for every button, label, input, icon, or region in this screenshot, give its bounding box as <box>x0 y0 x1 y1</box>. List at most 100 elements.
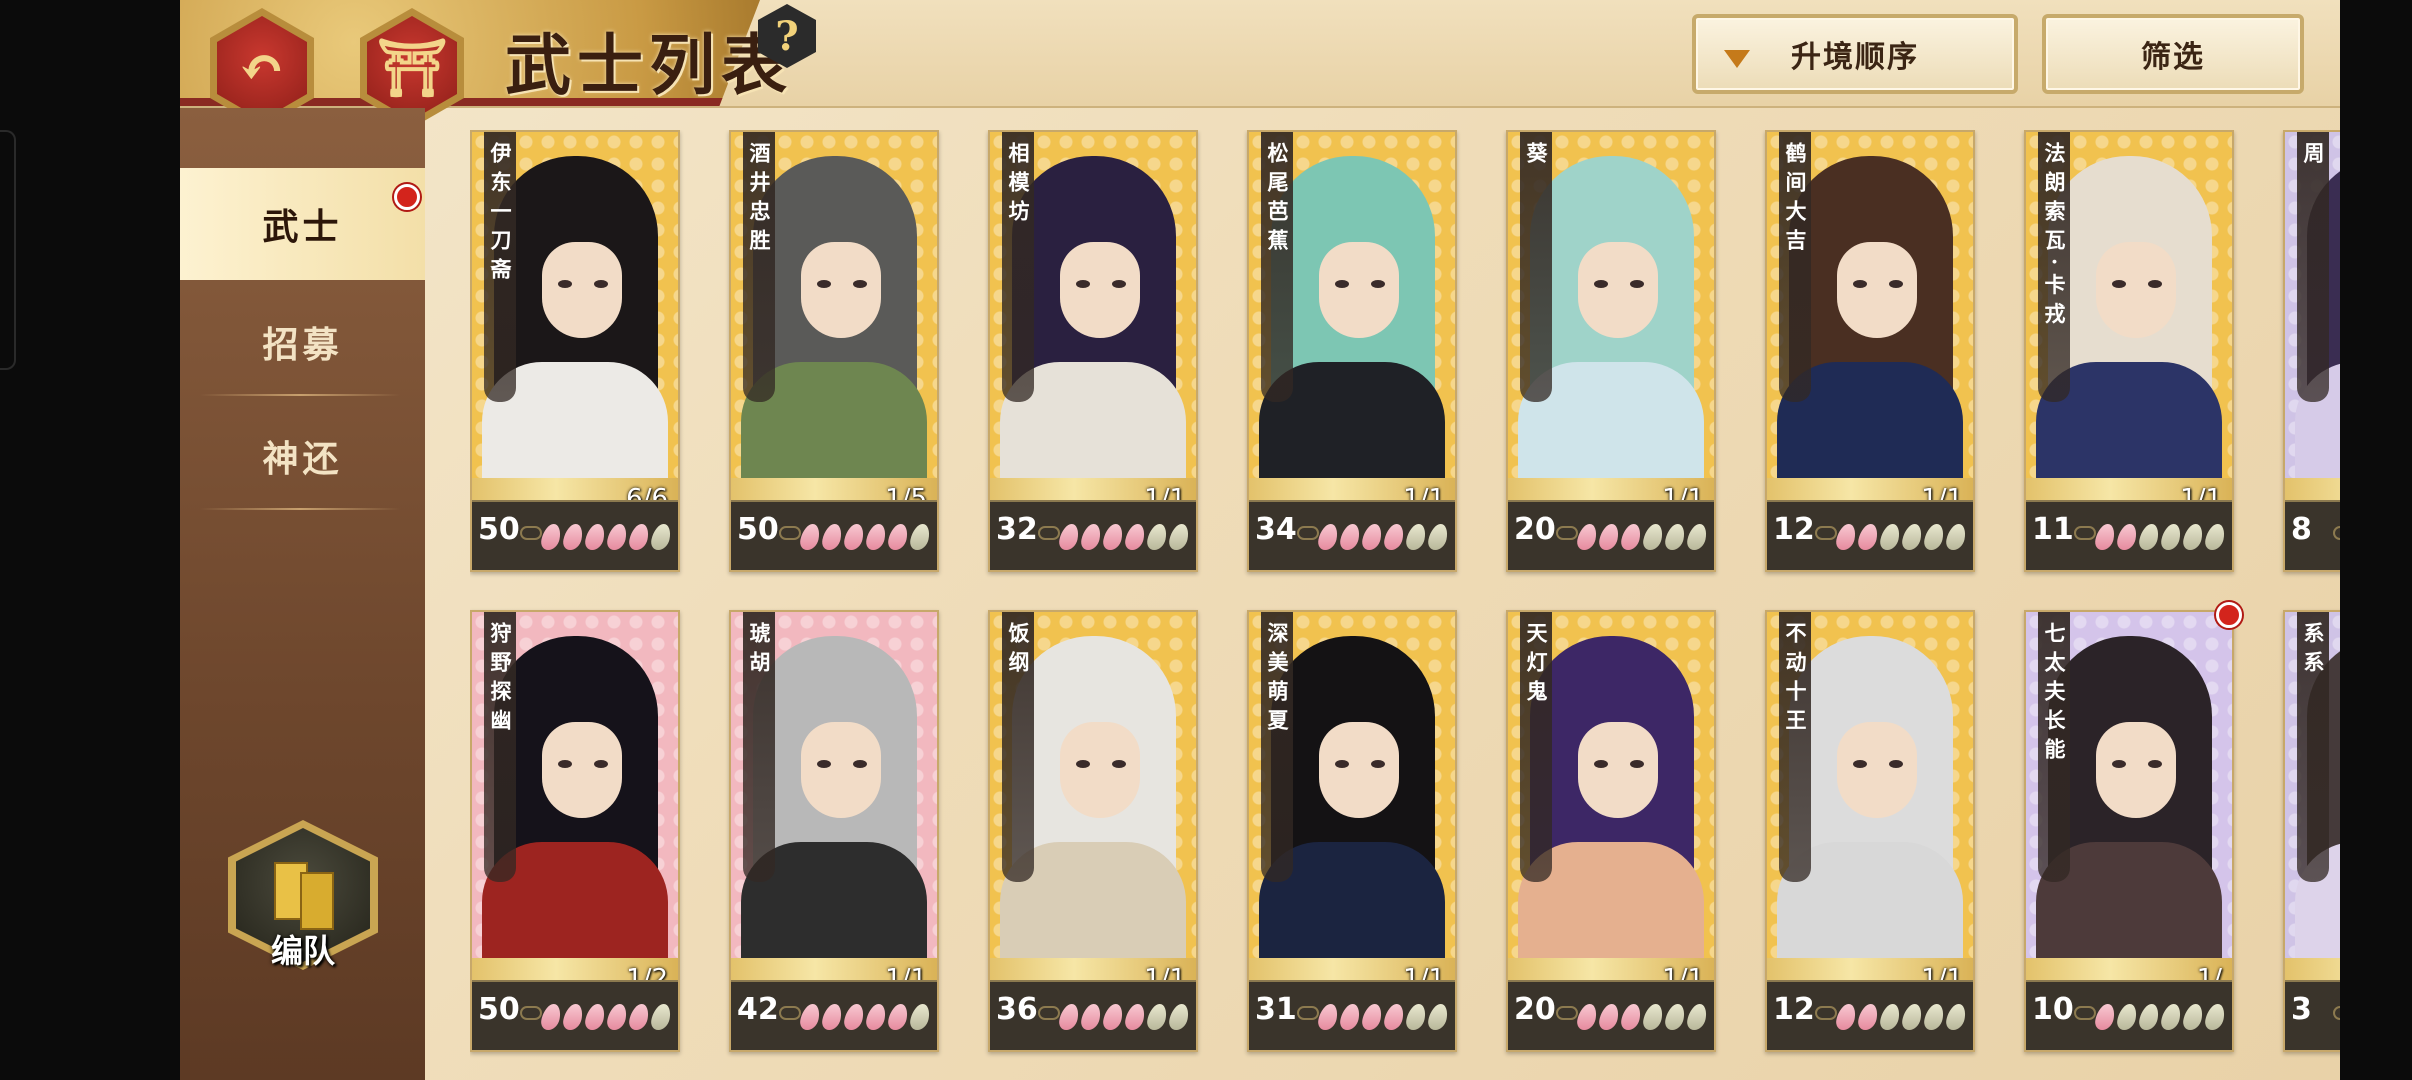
petal-icon <box>1619 1004 1643 1030</box>
petal-icon <box>2115 524 2139 550</box>
petal-icon <box>1685 524 1709 550</box>
petal-icon <box>583 524 607 550</box>
petal-icon <box>561 1004 585 1030</box>
petal-icon <box>1834 524 1858 550</box>
stat-bar: 42 <box>731 980 937 1050</box>
petal-icon <box>1597 1004 1621 1030</box>
petal-icon <box>1382 524 1406 550</box>
petal-icon <box>2159 524 2183 550</box>
sidebar-item-label: 招募 <box>262 324 343 366</box>
level-number: 12 <box>1773 512 1815 547</box>
stat-bar: 50 <box>472 500 678 570</box>
samurai-card[interactable]: 七太夫长能 1/10 <box>2024 610 2234 1052</box>
sidebar-item-samurai[interactable]: 武士 <box>180 168 425 280</box>
samurai-card[interactable]: 相模坊 1/1 32 <box>988 130 1198 572</box>
petal-icon <box>886 524 910 550</box>
petal-icon <box>1079 524 1103 550</box>
samurai-name: 深美萌夏 <box>1265 622 1290 738</box>
petal-icon <box>1145 524 1169 550</box>
level-ornament <box>1815 526 1837 540</box>
level-number: 50 <box>478 512 520 547</box>
samurai-card[interactable]: 不动十王 1/1 12 <box>1765 610 1975 1052</box>
samurai-name: 琥胡 <box>747 622 772 680</box>
petal-icon <box>1619 524 1643 550</box>
petal-icon <box>2203 1004 2227 1030</box>
ascension-petals <box>1316 524 1450 550</box>
petal-icon <box>1167 524 1191 550</box>
level-number: 20 <box>1514 512 1556 547</box>
samurai-name: 葵 <box>1524 142 1549 171</box>
petal-icon <box>1145 1004 1169 1030</box>
samurai-card[interactable]: 松尾芭蕉 1/1 34 <box>1247 130 1457 572</box>
samurai-name: 周 <box>2301 142 2326 171</box>
level-ornament <box>2074 1006 2096 1020</box>
level-ornament <box>520 526 542 540</box>
petal-icon <box>2137 524 2161 550</box>
sort-order-button[interactable]: 升境顺序 <box>1692 14 2018 94</box>
stat-bar: 12 <box>1767 980 1973 1050</box>
level-number: 50 <box>737 512 779 547</box>
petal-icon <box>1922 524 1946 550</box>
page-title: 武士列表 <box>505 26 793 104</box>
samurai-card[interactable]: 鹤间大吉 1/1 12 <box>1765 130 1975 572</box>
samurai-name: 天灯鬼 <box>1524 622 1549 709</box>
stat-bar: 20 <box>1508 500 1714 570</box>
level-ornament <box>2074 526 2096 540</box>
petal-icon <box>798 524 822 550</box>
petal-icon <box>1575 1004 1599 1030</box>
samurai-name: 不动十王 <box>1783 622 1808 738</box>
ascension-petals <box>2093 1004 2227 1030</box>
petal-icon <box>864 524 888 550</box>
petal-icon <box>2159 1004 2183 1030</box>
ascension-petals <box>1316 1004 1450 1030</box>
level-number: 3 <box>2291 992 2312 1027</box>
samurai-card[interactable]: 葵 1/1 20 <box>1506 130 1716 572</box>
stat-bar: 20 <box>1508 980 1714 1050</box>
petal-icon <box>605 1004 629 1030</box>
samurai-card[interactable]: 周8 <box>2283 130 2340 572</box>
petal-icon <box>1597 524 1621 550</box>
device-frame-left <box>0 0 180 1080</box>
petal-icon <box>539 1004 563 1030</box>
ascension-petals <box>1834 1004 1968 1030</box>
samurai-name: 七太夫长能 <box>2042 622 2067 767</box>
stat-bar: 31 <box>1249 980 1455 1050</box>
samurai-card[interactable]: 法朗索瓦·卡戎 1/1 11 <box>2024 130 2234 572</box>
samurai-card[interactable]: 饭纲 1/1 36 <box>988 610 1198 1052</box>
petal-icon <box>627 524 651 550</box>
formation-button[interactable]: 编队 <box>228 820 378 980</box>
petal-icon <box>627 1004 651 1030</box>
notification-dot <box>2216 602 2242 628</box>
petal-icon <box>820 524 844 550</box>
samurai-card[interactable]: 酒井忠胜 1/5 50 <box>729 130 939 572</box>
level-ornament <box>1556 1006 1578 1020</box>
petal-icon <box>539 524 563 550</box>
petal-icon <box>1426 1004 1450 1030</box>
petal-icon <box>1360 1004 1384 1030</box>
sidebar-item-recruit[interactable]: 招募 <box>180 286 425 398</box>
petal-icon <box>842 1004 866 1030</box>
stat-bar: 34 <box>1249 500 1455 570</box>
level-number: 50 <box>478 992 520 1027</box>
torii-gate-icon: ⛩ <box>367 16 457 120</box>
samurai-card[interactable]: 深美萌夏 1/1 31 <box>1247 610 1457 1052</box>
samurai-card[interactable]: 琥胡 1/1 42 <box>729 610 939 1052</box>
samurai-card[interactable]: 系系 3 <box>2283 610 2340 1052</box>
samurai-card[interactable]: 狩野探幽 1/2 50 <box>470 610 680 1052</box>
petal-icon <box>1057 1004 1081 1030</box>
ascension-petals <box>539 1004 673 1030</box>
samurai-card[interactable]: 天灯鬼 1/1 20 <box>1506 610 1716 1052</box>
sidebar-item-return[interactable]: 神还 <box>180 400 425 512</box>
petal-icon <box>1900 1004 1924 1030</box>
filter-button[interactable]: 筛选 <box>2042 14 2304 94</box>
petal-icon <box>1360 524 1384 550</box>
ascension-petals <box>539 524 673 550</box>
samurai-card[interactable]: 伊东一刀斋 6/6 50 <box>470 130 680 572</box>
level-ornament <box>1038 526 1060 540</box>
petal-icon <box>1316 1004 1340 1030</box>
petal-icon <box>1641 1004 1665 1030</box>
sidebar-item-label: 神还 <box>262 438 343 480</box>
petal-icon <box>908 524 932 550</box>
samurai-name: 酒井忠胜 <box>747 142 772 258</box>
level-number: 32 <box>996 512 1038 547</box>
